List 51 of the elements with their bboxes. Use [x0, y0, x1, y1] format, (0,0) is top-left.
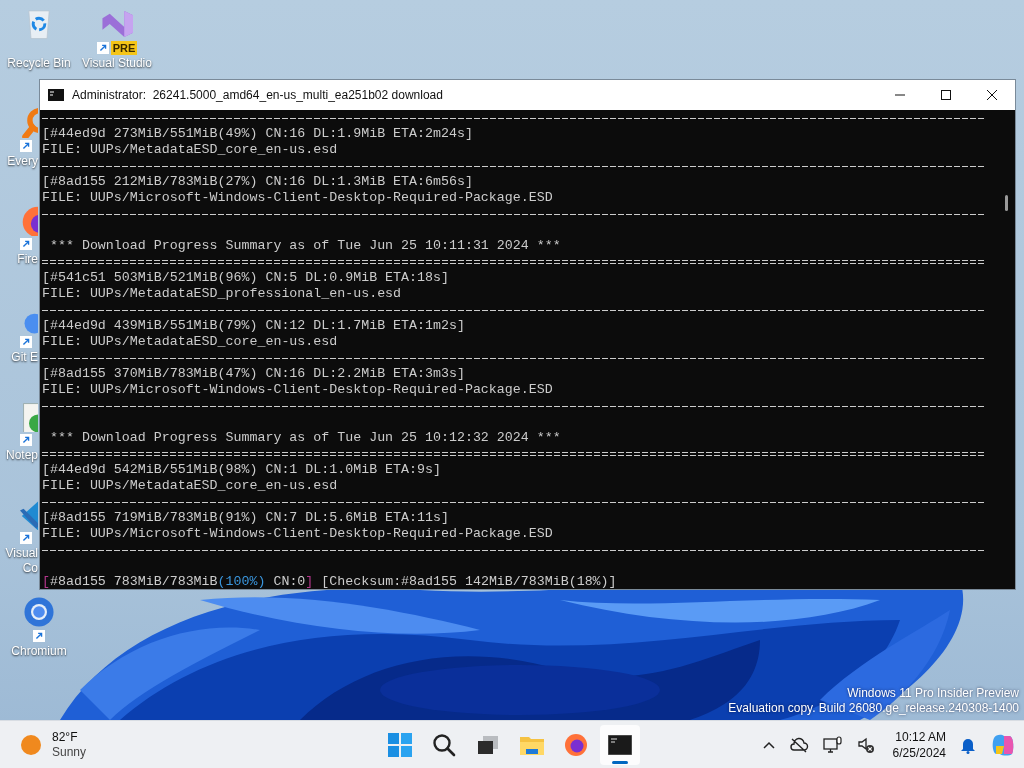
- weather-condition[interactable]: Sunny: [52, 744, 87, 760]
- scrollbar-thumb[interactable]: [1005, 195, 1008, 211]
- clock-date[interactable]: 6/25/2024: [892, 744, 946, 761]
- speaker-muted-icon[interactable]: [856, 735, 875, 754]
- desktop-icon-label[interactable]: Visual Studio: [82, 56, 152, 71]
- console-line: [#8ad155 719MiB/783MiB(91%) CN:7 DL:5.6MiB ETA:11s]: [42, 510, 449, 526]
- desktop-icon-label[interactable]: Co: [22, 561, 38, 576]
- minimize-icon: [895, 94, 905, 96]
- chevron-up-icon[interactable]: [762, 740, 775, 749]
- fox-globe-icon: [564, 732, 588, 757]
- command-prompt-icon: [48, 89, 64, 101]
- console-line: *** Download Progress Summary as of Tue Jun 25 10:12:32 2024 ***: [48, 430, 561, 446]
- desktop-icon-label[interactable]: Notep: [5, 448, 38, 463]
- desktop-icon-label[interactable]: Visual: [5, 546, 38, 561]
- console-line: [#8ad155 212MiB/783MiB(27%) CN:16 DL:1.3MiB ETA:6m56s]: [42, 174, 473, 190]
- desktop-icon-label[interactable]: Recycle Bin: [7, 56, 71, 71]
- desktop-icon-label[interactable]: Fire: [17, 252, 38, 267]
- console-line: FILE: UUPs/MetadataESD_professional_en-us.esd: [42, 286, 402, 302]
- console-line: FILE: UUPs/MetadataESD_core_en-us.esd: [42, 142, 338, 158]
- desktop-icon-label[interactable]: Every: [7, 154, 38, 169]
- clock-time[interactable]: 10:12 AM: [895, 728, 946, 745]
- desktop-icon-label[interactable]: Chromium: [11, 644, 67, 659]
- notepad-icon[interactable]: [20, 400, 38, 432]
- preview-badge: PRE: [110, 41, 138, 55]
- desktop-icon-label[interactable]: Git E: [11, 350, 38, 365]
- maximize-icon: [941, 90, 951, 100]
- cloud-off-icon[interactable]: [788, 736, 809, 753]
- watermark-line: Windows 11 Pro Insider Preview: [847, 686, 1019, 701]
- console-line: FILE: UUPs/MetadataESD_core_en-us.esd: [42, 478, 338, 494]
- console-line: [#8ad155 370MiB/783MiB(47%) CN:16 DL:2.2MiB ETA:3m3s]: [42, 366, 465, 382]
- infinity-icon[interactable]: [99, 8, 135, 40]
- windows-start-icon: [388, 732, 412, 757]
- console-line: [#44ed9d 273MiB/551MiB(49%) CN:16 DL:1.9MiB ETA:2m24s]: [42, 126, 473, 142]
- task-view-icon: [477, 734, 499, 755]
- console-line: *** Download Progress Summary as of Tue Jun 25 10:11:31 2024 ***: [48, 238, 561, 254]
- console-line: [#8ad155 783MiB/783MiB(100%) CN:0] [Checksum:#8ad155 142MiB/783MiB(18%)]: [42, 574, 617, 589]
- search-icon: [432, 732, 456, 757]
- weather-temperature[interactable]: 82°F: [52, 729, 87, 745]
- console-line: FILE: UUPs/Microsoft-Windows-Client-Desktop-Required-Package.ESD: [42, 382, 553, 398]
- console-line: FILE: UUPs/Microsoft-Windows-Client-Desktop-Required-Package.ESD: [42, 190, 553, 206]
- console-line: FILE: UUPs/Microsoft-Windows-Client-Desktop-Required-Package.ESD: [42, 526, 553, 542]
- console-line: FILE: UUPs/MetadataESD_core_en-us.esd: [42, 334, 338, 350]
- taskbar-app[interactable]: [600, 724, 640, 765]
- monitor-icon[interactable]: [822, 735, 843, 754]
- window-title: Administrator: 26241.5000_amd64_en-us_multi_ea251b02 download: [72, 87, 443, 104]
- command-prompt-icon: [608, 734, 632, 755]
- console-line: [#44ed9d 439MiB/551MiB(79%) CN:12 DL:1.7MiB ETA:1m2s]: [42, 318, 465, 334]
- close-icon: [987, 90, 997, 100]
- console-line: [#541c51 503MiB/521MiB(96%) CN:5 DL:0.9MiB ETA:18s]: [42, 270, 449, 286]
- console-line: [#44ed9d 542MiB/551MiB(98%) CN:1 DL:1.0MiB ETA:9s]: [42, 462, 441, 478]
- sun-icon[interactable]: [20, 733, 42, 756]
